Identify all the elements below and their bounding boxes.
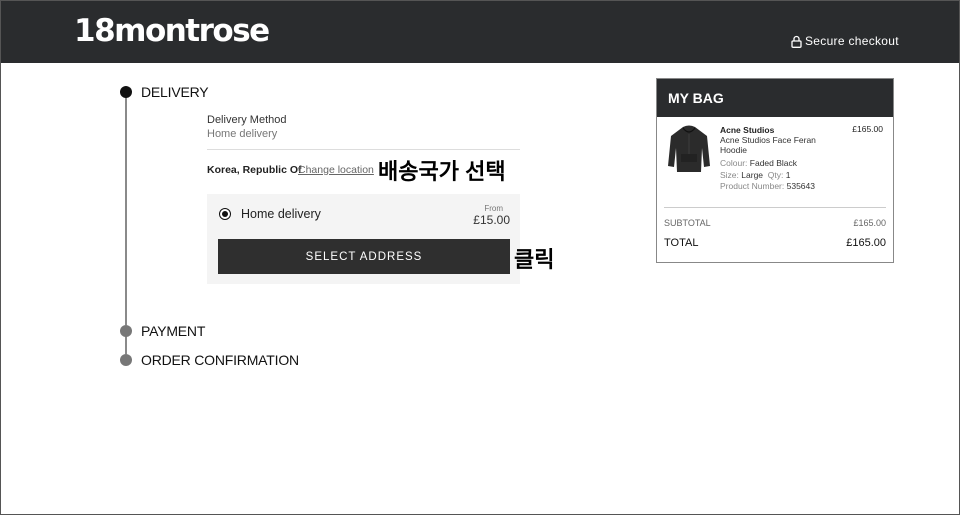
total-label: TOTAL: [664, 237, 699, 249]
step-label: PAYMENT: [141, 323, 206, 339]
secure-checkout-label: Secure checkout: [805, 34, 899, 48]
site-header: 18montrose Secure checkout: [1, 1, 959, 63]
step-label: ORDER CONFIRMATION: [141, 352, 299, 368]
my-bag-header: MY BAG: [657, 79, 893, 117]
colour-value: Faded Black: [749, 158, 798, 168]
radio-selected-dot: [222, 211, 228, 217]
lock-icon: [791, 35, 802, 48]
qty-label: Qty:: [767, 170, 784, 180]
divider: [664, 207, 886, 208]
secure-checkout: Secure checkout: [791, 34, 899, 48]
total-value: £165.00: [846, 237, 886, 249]
annotation-click: 클릭: [514, 247, 555, 272]
size-label: Size:: [720, 170, 739, 180]
my-bag-panel: MY BAG Acne Studios Acne Studios Face Fe…: [656, 78, 894, 263]
product-number-label: Product Number:: [720, 181, 785, 191]
subtotal-label: SUBTOTAL: [664, 218, 711, 228]
step-dot-active: [120, 86, 132, 98]
size-value: Large: [741, 170, 764, 180]
product-brand: Acne Studios: [720, 125, 775, 135]
product-number: Product Number: 535643: [720, 181, 815, 191]
step-dot: [120, 354, 132, 366]
step-order-confirmation: ORDER CONFIRMATION: [120, 352, 299, 368]
step-payment: PAYMENT: [120, 323, 205, 339]
step-label: DELIVERY: [141, 84, 209, 100]
colour-label: Colour:: [720, 158, 748, 168]
subtotal-value: £165.00: [853, 218, 886, 228]
product-number-value: 535643: [786, 181, 815, 191]
step-dot: [120, 325, 132, 337]
steps-line: [125, 97, 127, 325]
product-name[interactable]: Acne Studios Face Feran Hoodie: [720, 135, 830, 155]
delivery-country: Korea, Republic Of: [207, 164, 302, 176]
product-size-qty: Size: Large Qty: 1: [720, 170, 790, 180]
annotation-select-country: 배송국가 선택: [378, 159, 506, 184]
site-logo[interactable]: 18montrose: [74, 13, 270, 49]
home-delivery-radio[interactable]: [219, 208, 231, 220]
hoodie-image[interactable]: [666, 124, 712, 174]
price-from-label: From: [484, 204, 503, 213]
divider: [207, 149, 520, 150]
delivery-method-value: Home delivery: [207, 128, 278, 140]
select-address-button[interactable]: SELECT ADDRESS: [218, 239, 510, 274]
product-colour: Colour: Faded Black: [720, 158, 797, 168]
home-delivery-label: Home delivery: [241, 207, 321, 221]
delivery-price: £15.00: [473, 213, 510, 227]
delivery-method-title: Delivery Method: [207, 114, 287, 126]
delivery-option-home[interactable]: Home delivery From £15.00 SELECT ADDRESS: [207, 194, 520, 284]
qty-value: 1: [785, 170, 791, 180]
my-bag-title: MY BAG: [668, 90, 724, 106]
change-location-link[interactable]: Change location: [298, 164, 374, 176]
step-delivery: DELIVERY: [120, 84, 209, 100]
product-price: £165.00: [852, 124, 883, 134]
